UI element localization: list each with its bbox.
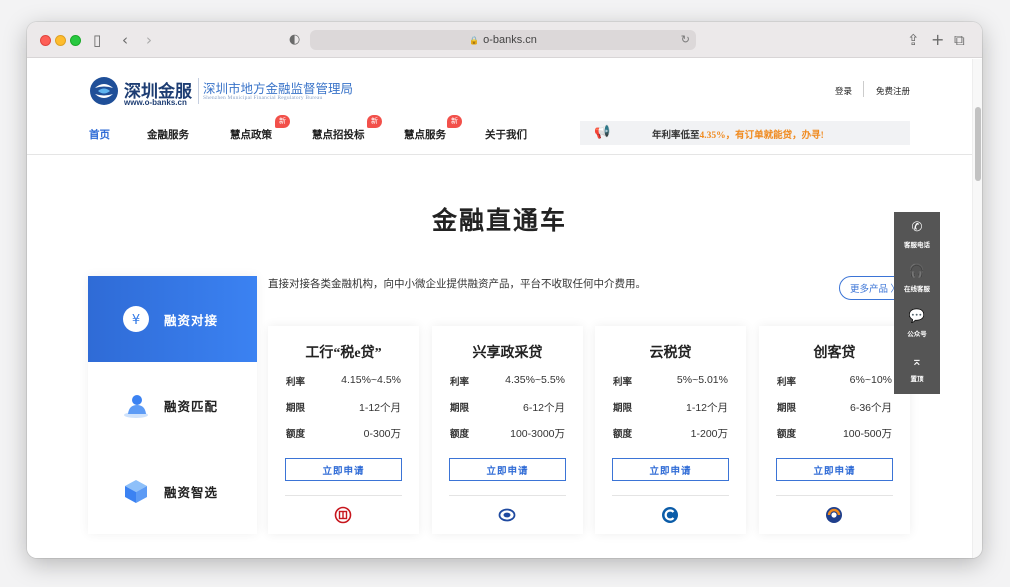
- tab-financing-docking[interactable]: ¥ 融资对接: [88, 276, 257, 362]
- product-title: 创客贷: [813, 346, 856, 361]
- apply-button[interactable]: 立即申请: [776, 458, 893, 481]
- product-card: 云税贷 利率 5%~5.01% 期限 1-12个月 额度 1-200万 立即申请: [595, 326, 746, 534]
- login-register-divider: [863, 81, 864, 97]
- brand-url: www.o-banks.cn: [124, 98, 187, 107]
- tab-financing-select[interactable]: 融资智选: [88, 448, 257, 534]
- web-page: 深圳金服 www.o-banks.cn 深圳市地方金融监督管理局 Shenzhe…: [27, 59, 972, 558]
- privacy-shield-icon[interactable]: ◐: [289, 31, 300, 49]
- new-tab-icon[interactable]: +: [931, 31, 944, 49]
- minimize-window-button[interactable]: [55, 35, 66, 46]
- notice-text: 年利率低至4.35%，有订单就能贷，办寻!: [652, 131, 824, 141]
- phone-icon: ✆: [911, 220, 923, 235]
- tab-label: 融资智选: [164, 485, 219, 500]
- floating-service-bar: ✆ 客服电话 🎧 在线客服 💬 公众号 ⌅ 置顶: [894, 212, 940, 394]
- nav-policy[interactable]: 慧点政策: [230, 127, 272, 142]
- bureau-name-en: Shenzhen Municipal Financial Regulatory …: [203, 95, 323, 101]
- ccb-logo-icon: [662, 507, 678, 523]
- card-divider: [612, 495, 729, 496]
- apply-button[interactable]: 立即申请: [285, 458, 402, 481]
- yen-icon: ¥: [123, 306, 149, 332]
- apply-button[interactable]: 立即申请: [612, 458, 729, 481]
- share-icon[interactable]: ⇪: [907, 31, 920, 49]
- headset-icon: 🎧: [908, 264, 926, 279]
- megaphone-icon: 📢: [594, 125, 611, 140]
- finance-tabs: ¥ 融资对接 融资匹配 融资智选: [88, 276, 257, 534]
- header-divider: [198, 78, 199, 104]
- icbc-logo-icon: [334, 506, 352, 524]
- card-divider: [449, 495, 566, 496]
- bank-logo-icon: [826, 507, 842, 523]
- new-badge: 新: [275, 115, 290, 128]
- reload-icon[interactable]: ↻: [681, 33, 690, 46]
- address-url: o-banks.cn: [483, 34, 537, 46]
- apply-button[interactable]: 立即申请: [449, 458, 566, 481]
- tab-label: 融资对接: [164, 313, 219, 328]
- register-link[interactable]: 免费注册: [876, 85, 910, 97]
- product-title: 工行“税e贷”: [305, 346, 382, 361]
- scrollbar-thumb[interactable]: [975, 107, 981, 181]
- product-card: 创客贷 利率 6%~10% 期限 6-36个月 额度 100-500万 立即申请: [759, 326, 910, 534]
- person-icon: [124, 395, 148, 418]
- wechat-icon: 💬: [908, 309, 926, 324]
- sidebar-toggle-icon[interactable]: ▯: [93, 31, 101, 49]
- product-card: 工行“税e贷” 利率 4.15%~4.5% 期限 1-12个月 额度 0-300万 立…: [268, 326, 419, 534]
- back-icon[interactable]: ‹: [122, 31, 128, 49]
- address-bar[interactable]: 🔒 o-banks.cn ↻: [310, 30, 696, 50]
- new-badge: 新: [367, 115, 382, 128]
- tab-overview-icon[interactable]: ⧉: [954, 31, 965, 49]
- forward-icon[interactable]: ›: [146, 31, 152, 49]
- card-divider: [285, 495, 402, 496]
- nav-home[interactable]: 首页: [89, 127, 110, 142]
- cib-logo-icon: [498, 508, 516, 522]
- tab-financing-match[interactable]: 融资匹配: [88, 362, 257, 448]
- cube-icon: [125, 480, 147, 503]
- product-card: 兴享政采贷 利率 4.35%~5.5% 期限 6-12个月 额度 100-3000万 …: [432, 326, 583, 534]
- nav-about[interactable]: 关于我们: [485, 127, 527, 142]
- card-divider: [776, 495, 893, 496]
- section-intro: 直接对接各类金融机构，向中小微企业提供融资产品，平台不收取任何中介费用。: [268, 279, 646, 290]
- hotline-button[interactable]: ✆ 客服电话: [894, 220, 940, 249]
- tab-label: 融资匹配: [164, 399, 219, 414]
- notice-highlight: 4.35%，有订单就能贷，办寻!: [699, 131, 824, 141]
- browser-titlebar: ▯ ‹ › ◐ 🔒 o-banks.cn ↻ ⇪ + ⧉: [27, 22, 982, 58]
- back-to-top-button[interactable]: ⌅ 置顶: [894, 354, 940, 383]
- zoom-window-button[interactable]: [70, 35, 81, 46]
- top-icon: ⌅: [911, 354, 923, 369]
- section-title: 金融直通车: [431, 208, 567, 235]
- lock-icon: 🔒: [469, 35, 480, 45]
- product-title: 兴享政采贷: [472, 346, 543, 361]
- product-title: 云税贷: [649, 346, 692, 361]
- wechat-button[interactable]: 💬 公众号: [894, 309, 940, 338]
- browser-window: ▯ ‹ › ◐ 🔒 o-banks.cn ↻ ⇪ + ⧉ 深圳金服 www.o-…: [27, 22, 982, 558]
- online-service-button[interactable]: 🎧 在线客服: [894, 264, 940, 293]
- header-separator: [27, 154, 972, 155]
- site-logo-icon[interactable]: [89, 76, 119, 106]
- nav-financial-services[interactable]: 金融服务: [147, 127, 189, 142]
- notice-banner[interactable]: 📢 年利率低至4.35%，有订单就能贷，办寻!: [580, 121, 910, 145]
- login-link[interactable]: 登录: [835, 85, 852, 97]
- svg-text:¥: ¥: [132, 313, 140, 328]
- page-scrollbar[interactable]: [972, 59, 982, 558]
- nav-services[interactable]: 慧点服务: [404, 127, 446, 142]
- nav-bidding[interactable]: 慧点招投标: [312, 127, 365, 142]
- close-window-button[interactable]: [40, 35, 51, 46]
- new-badge: 新: [447, 115, 462, 128]
